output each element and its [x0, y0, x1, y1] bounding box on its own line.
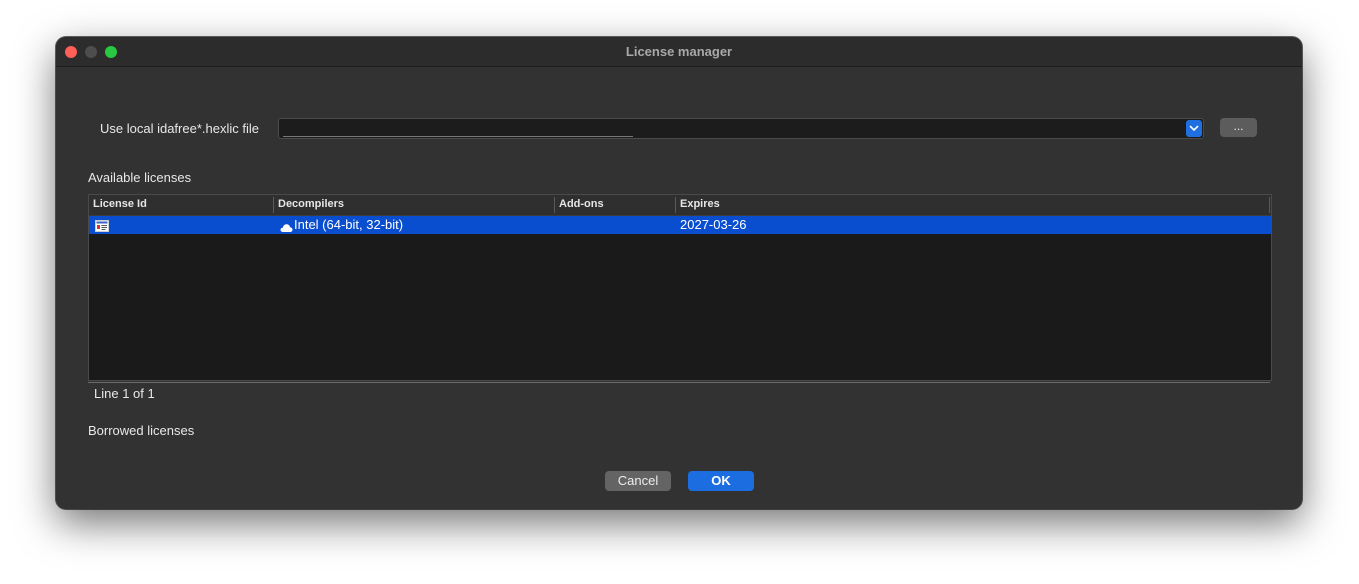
- table-status-divider: [88, 382, 1270, 383]
- combo-dropdown-button[interactable]: [1186, 120, 1202, 137]
- column-header-addons[interactable]: Add-ons: [555, 197, 675, 213]
- table-row[interactable]: Intel (64-bit, 32-bit) 2027-03-26: [89, 216, 1271, 234]
- available-licenses-heading: Available licenses: [88, 170, 192, 185]
- browse-button[interactable]: ...: [1220, 118, 1257, 137]
- column-header-decompilers[interactable]: Decompilers: [274, 197, 554, 213]
- window-title: License manager: [625, 44, 733, 59]
- license-card-icon: [95, 219, 109, 237]
- local-file-label: Use local idafree*.hexlic file: [100, 121, 259, 136]
- cloud-icon: [280, 220, 293, 238]
- table-line-count: Line 1 of 1: [94, 386, 155, 401]
- license-manager-window: License manager Use local idafree*.hexli…: [56, 37, 1302, 509]
- decompilers-cell: Intel (64-bit, 32-bit): [294, 217, 404, 232]
- borrowed-licenses-heading: Borrowed licenses: [88, 423, 195, 438]
- chevron-down-icon: [1189, 125, 1199, 131]
- table-header: License Id Decompilers Add-ons Expires: [89, 195, 1271, 216]
- ok-button[interactable]: OK: [688, 471, 754, 491]
- expires-cell: 2027-03-26: [680, 217, 747, 232]
- available-licenses-table[interactable]: License Id Decompilers Add-ons Expires I…: [88, 194, 1272, 381]
- column-header-expires[interactable]: Expires: [676, 197, 1270, 213]
- column-header-license-id[interactable]: License Id: [89, 197, 273, 213]
- cancel-button[interactable]: Cancel: [605, 471, 671, 491]
- title-bar: License manager: [56, 37, 1302, 67]
- column-separator: [1269, 197, 1270, 213]
- local-file-combobox[interactable]: [278, 118, 1204, 139]
- combo-text-underline: [283, 136, 633, 137]
